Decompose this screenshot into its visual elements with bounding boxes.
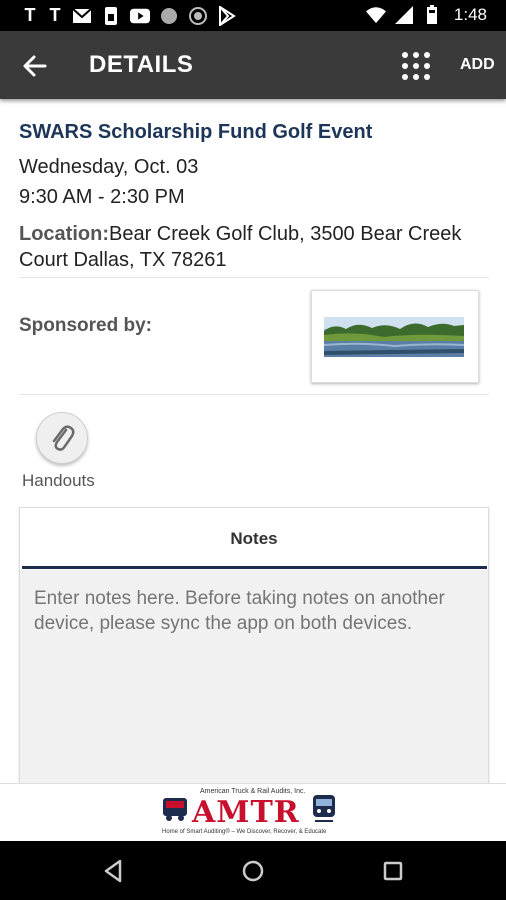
wifi-icon <box>365 5 386 25</box>
arrow-left-icon <box>23 55 47 77</box>
event-date: Wednesday, Oct. 03 <box>19 156 199 178</box>
amtr-company-name: American Truck & Rail Audits, Inc. <box>200 788 306 795</box>
sponsor-golf-image <box>324 317 464 357</box>
grid-dot-icon <box>402 63 408 69</box>
t-mobile-icon: T <box>24 5 36 25</box>
nav-recents-button[interactable] <box>380 858 406 884</box>
sponsor-logo-card[interactable] <box>311 290 479 383</box>
grid-dot-icon <box>413 63 419 69</box>
notes-area[interactable] <box>20 570 488 810</box>
t-mobile-icon: T <box>49 5 61 25</box>
battery-icon <box>422 5 442 25</box>
status-time: 1:48 <box>453 5 487 24</box>
train-icon <box>313 795 335 822</box>
circle-home-icon <box>242 860 264 882</box>
notes-input[interactable] <box>34 586 474 706</box>
notes-card: Notes <box>19 507 489 810</box>
divider <box>19 394 489 395</box>
play-store-icon <box>217 5 237 26</box>
notes-underline <box>22 566 487 569</box>
grid-dot-icon <box>424 74 430 80</box>
divider <box>19 277 489 278</box>
gmail-icon <box>72 6 92 26</box>
amtr-tagline: Home of Smart Auditing® – We Discover, R… <box>162 829 327 835</box>
nav-back-button[interactable] <box>100 858 126 884</box>
event-time: 9:30 AM - 2:30 PM <box>19 186 185 208</box>
amtr-logo-text: AMTR <box>192 795 300 830</box>
circle-icon <box>159 6 179 26</box>
square-recents-icon <box>383 861 403 881</box>
event-location: Location:Bear Creek Golf Club, 3500 Bear… <box>19 221 494 273</box>
signal-icon <box>394 5 414 25</box>
system-nav-bar <box>0 841 506 900</box>
grid-dot-icon <box>424 63 430 69</box>
triangle-back-icon <box>104 859 122 883</box>
shield-icon <box>188 6 208 26</box>
page-title: DETAILS <box>89 51 194 78</box>
sim-icon <box>101 6 121 26</box>
youtube-icon <box>130 6 150 26</box>
app-bar: DETAILS ADD <box>0 31 506 99</box>
grid-dot-icon <box>413 52 419 58</box>
sponsor-banner[interactable]: American Truck & Rail Audits, Inc. AMTR … <box>0 783 506 841</box>
add-button[interactable]: ADD <box>460 56 495 74</box>
nav-home-button[interactable] <box>240 858 266 884</box>
handouts-button[interactable] <box>36 412 88 464</box>
status-bar: T T 1:48 <box>0 0 506 31</box>
event-title: SWARS Scholarship Fund Golf Event <box>19 121 373 143</box>
truck-icon <box>163 798 187 821</box>
back-button[interactable] <box>20 51 50 81</box>
notes-header: Notes <box>230 529 278 548</box>
grid-dot-icon <box>402 52 408 58</box>
location-label: Location: <box>19 223 109 245</box>
amtr-logo: American Truck & Rail Audits, Inc. AMTR … <box>160 788 340 838</box>
apps-grid-button[interactable] <box>402 52 432 80</box>
sponsored-by-label: Sponsored by: <box>19 315 153 336</box>
grid-dot-icon <box>413 74 419 80</box>
grid-dot-icon <box>402 74 408 80</box>
grid-dot-icon <box>424 52 430 58</box>
handouts-label: Handouts <box>22 471 95 490</box>
paperclip-icon <box>52 425 75 451</box>
